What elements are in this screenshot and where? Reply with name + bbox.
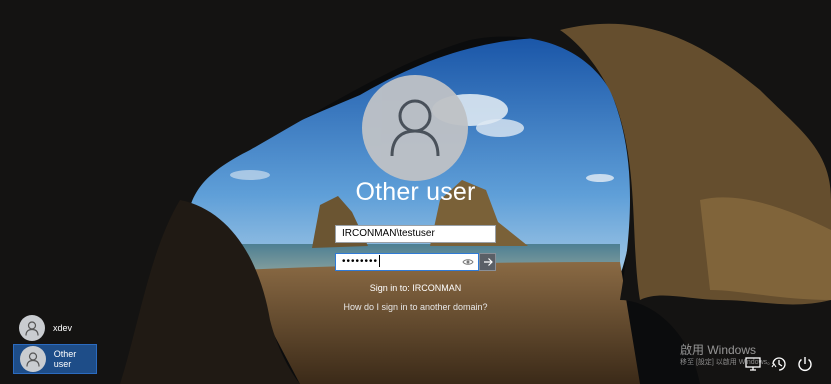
user-icon <box>390 99 440 157</box>
submit-button[interactable] <box>479 253 496 271</box>
avatar <box>20 346 46 372</box>
user-icon <box>26 351 40 367</box>
text-caret <box>379 255 381 268</box>
user-avatar <box>362 75 468 181</box>
user-switch-label: xdev <box>53 323 73 333</box>
ease-of-access-icon[interactable] <box>770 355 788 373</box>
user-switch-label: Other user <box>53 349 77 369</box>
network-icon[interactable] <box>744 355 762 373</box>
user-switch-item-other-user[interactable]: Other user <box>13 344 97 374</box>
username-value: IRCONMAN\testuser <box>342 228 435 239</box>
avatar <box>19 315 45 341</box>
username-field[interactable]: IRCONMAN\testuser <box>335 225 496 243</box>
sign-in-domain-text: Sign in to: IRCONMAN <box>369 283 462 293</box>
password-value: •••••••• <box>342 256 379 267</box>
password-field[interactable]: •••••••• <box>335 253 479 271</box>
other-domain-help-link[interactable]: How do I sign in to another domain? <box>0 302 831 312</box>
user-icon <box>25 320 39 336</box>
user-switch-item-xdev[interactable]: xdev <box>13 313 97 343</box>
reveal-password-icon[interactable] <box>462 256 474 268</box>
arrow-right-icon <box>483 258 493 266</box>
account-title: Other user <box>355 178 476 206</box>
power-icon[interactable] <box>796 355 814 373</box>
